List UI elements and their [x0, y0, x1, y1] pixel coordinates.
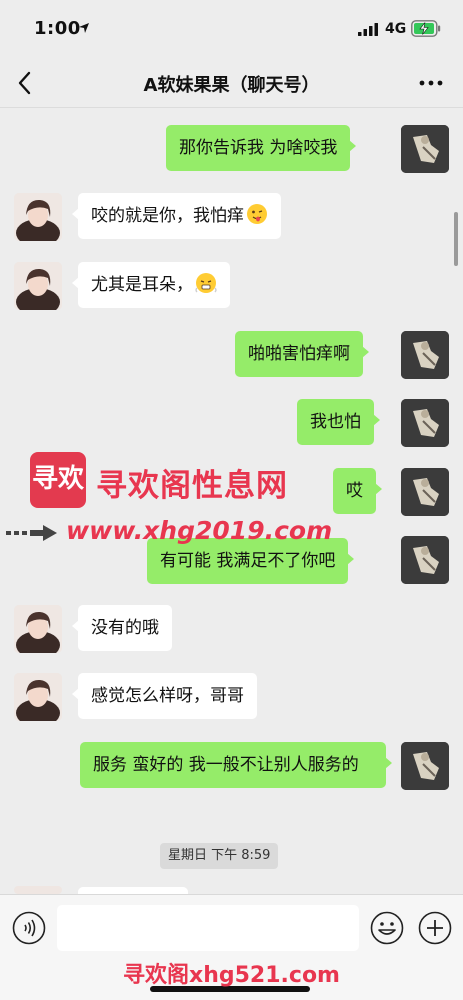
message-bubble[interactable]: 我也怕	[297, 399, 380, 445]
avatar[interactable]	[401, 399, 449, 447]
plus-icon[interactable]	[418, 911, 452, 945]
watermark-site-name: 寻欢阁性息网	[96, 468, 288, 504]
wink-tongue-emoji-icon	[247, 204, 267, 224]
message-bubble[interactable]: 哎	[333, 468, 382, 514]
message-text: 咬的就是你，我怕痒	[91, 206, 244, 226]
message-bubble[interactable]: 尤其是耳朵，	[72, 262, 230, 308]
message-bubble[interactable]: 没有的哦	[72, 605, 172, 651]
avatar[interactable]	[401, 468, 449, 516]
avatar[interactable]	[14, 605, 62, 653]
watermark-url: www.xhg2019.com	[66, 516, 333, 545]
arrow-right-icon	[6, 525, 57, 541]
avatar[interactable]	[401, 125, 449, 173]
avatar[interactable]	[401, 742, 449, 790]
scrollbar[interactable]	[454, 212, 458, 266]
watermark-url-banner: www.xhg2019.com	[0, 516, 333, 550]
watermark-logo: 寻欢	[30, 452, 86, 508]
watermark-banner: 寻欢 寻欢阁性息网	[30, 452, 330, 514]
message-bubble[interactable]: 那你告诉我 为啥咬我	[166, 125, 357, 171]
avatar[interactable]	[401, 536, 449, 584]
steam-angry-emoji-icon	[195, 273, 217, 293]
message-text: 尤其是耳朵，	[91, 275, 193, 295]
message-bubble[interactable]: 啪啪害怕痒啊	[235, 331, 369, 377]
message-bubble[interactable]: 感觉怎么样呀，哥哥	[72, 673, 257, 719]
emoji-icon[interactable]	[370, 911, 404, 945]
avatar[interactable]	[14, 886, 62, 894]
voice-icon[interactable]	[12, 911, 46, 945]
avatar[interactable]	[14, 673, 62, 721]
watermark-footer: 寻欢阁xhg521.com	[123, 963, 340, 988]
avatar[interactable]	[14, 262, 62, 310]
message-bubble[interactable]: 服务 蛮好的 我一般不让别人服务的	[80, 742, 392, 788]
message-bubble-partial[interactable]	[78, 887, 188, 894]
time-divider: 星期日 下午 8:59	[160, 843, 279, 869]
message-list[interactable]: 那你告诉我 为啥咬我 咬的就是你，我怕痒 尤其是耳朵， 啪啪害怕痒啊 我也怕 哎…	[0, 0, 463, 894]
message-bubble[interactable]: 咬的就是你，我怕痒	[72, 193, 281, 239]
message-input[interactable]	[57, 905, 359, 951]
avatar[interactable]	[401, 331, 449, 379]
avatar[interactable]	[14, 193, 62, 241]
